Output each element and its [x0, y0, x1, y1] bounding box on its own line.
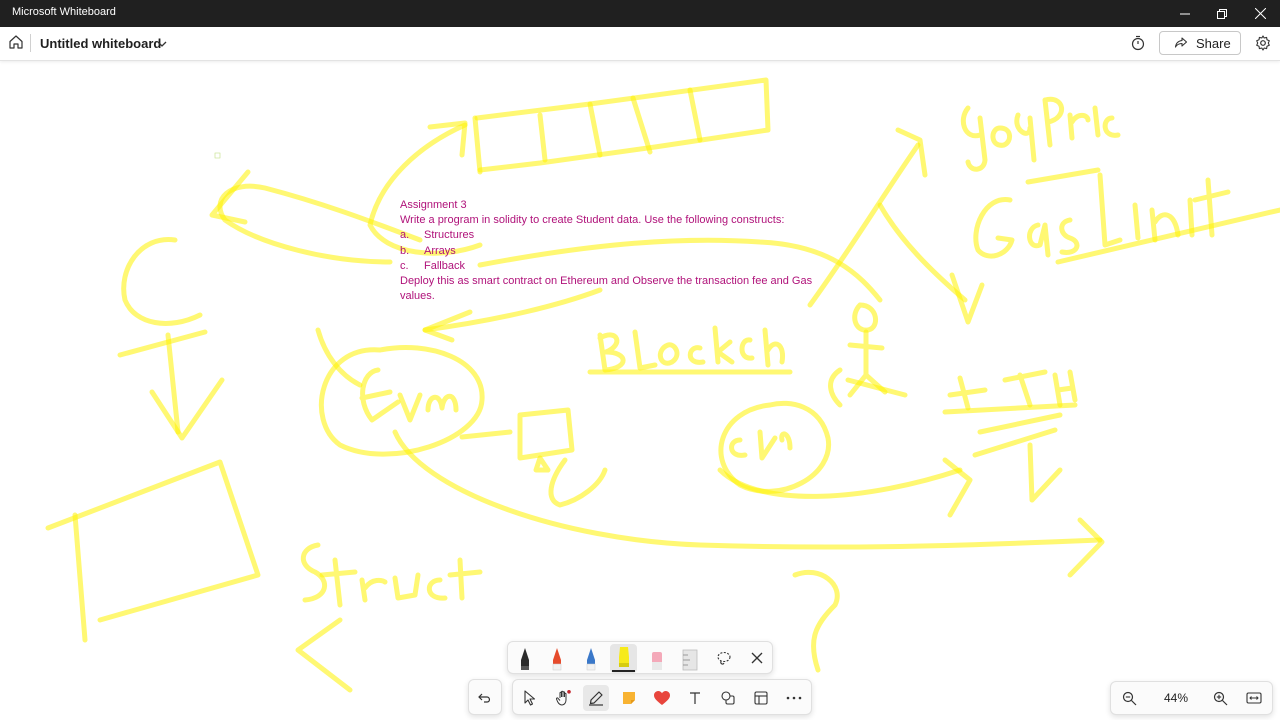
window-title: Microsoft Whiteboard [12, 6, 116, 18]
item-text: Arrays [424, 244, 456, 257]
timer-button[interactable] [1130, 35, 1148, 53]
share-icon [1174, 37, 1188, 48]
note-item: b. Arrays [400, 244, 812, 259]
undo-button[interactable] [472, 685, 498, 711]
close-icon [751, 652, 763, 664]
note-item: a. Structures [400, 228, 812, 243]
main-toolbar [468, 679, 812, 715]
undo-container [468, 679, 502, 715]
settings-button[interactable] [1255, 35, 1273, 53]
template-icon [754, 691, 768, 705]
item-text: Structures [424, 229, 475, 242]
note-heading: Assignment 3 [400, 199, 467, 211]
close-window-button[interactable] [1237, 0, 1280, 27]
close-icon [1254, 8, 1266, 19]
pen-icon [589, 691, 603, 706]
home-button[interactable] [8, 34, 26, 52]
templates-button[interactable] [748, 685, 774, 711]
ruler-icon[interactable] [679, 646, 701, 672]
assignment-note[interactable]: Assignment 3 Write a program in solidity… [400, 198, 812, 304]
item-letter: b. [400, 244, 410, 257]
zoom-controls: 44% [1110, 681, 1273, 715]
hand-icon [555, 690, 571, 706]
more-icon [786, 696, 802, 700]
red-pen-icon[interactable] [546, 646, 568, 672]
item-letter: a. [400, 229, 410, 242]
minimize-icon [1180, 13, 1190, 14]
settings-icon [1256, 35, 1270, 51]
fit-to-screen-icon [1246, 692, 1262, 704]
share-label: Share [1196, 35, 1231, 51]
black-pen-icon[interactable] [514, 646, 536, 672]
zoom-in-icon [1213, 691, 1227, 705]
close-pen-tray-button[interactable] [744, 645, 770, 671]
item-letter: c. [400, 259, 409, 272]
app-header: Untitled whiteboard Share [0, 27, 1280, 61]
tools-container [512, 679, 812, 715]
active-indicator [612, 670, 635, 672]
shapes-button[interactable] [715, 685, 741, 711]
reactions-button[interactable] [649, 685, 675, 711]
note-outro-line: Deploy this as smart contract on Ethereu… [400, 275, 813, 288]
shapes-icon [721, 691, 735, 705]
reaction-heart-icon [654, 691, 670, 705]
ink-layer[interactable] [0, 61, 1280, 720]
blue-pen-icon[interactable] [580, 646, 602, 672]
restore-icon [1217, 8, 1227, 19]
eraser-icon[interactable] [646, 646, 668, 672]
sticky-note-button[interactable] [616, 685, 642, 711]
lasso-icon [717, 651, 731, 665]
zoom-out-icon [1122, 691, 1136, 705]
more-button[interactable] [781, 685, 807, 711]
note-item: c. Fallback [400, 259, 812, 274]
timer-icon [1131, 35, 1145, 51]
pen-tray [507, 641, 773, 674]
board-title[interactable]: Untitled whiteboard [40, 36, 161, 51]
undo-icon [478, 693, 491, 703]
title-dropdown-button[interactable] [156, 37, 168, 49]
fit-to-screen-button[interactable] [1241, 685, 1267, 711]
share-button[interactable]: Share [1159, 31, 1241, 55]
zoom-in-button[interactable] [1207, 685, 1233, 711]
lasso-button[interactable] [711, 645, 737, 671]
header-divider [30, 34, 31, 52]
text-icon [690, 692, 700, 704]
sticky-note-icon [623, 692, 635, 704]
hand-button[interactable] [550, 685, 576, 711]
note-intro: Write a program in solidity to create St… [400, 214, 785, 227]
note-outro-line: values. [400, 290, 435, 303]
select-icon [524, 690, 536, 706]
yellow-highlighter-icon [619, 647, 629, 667]
zoom-out-button[interactable] [1116, 685, 1142, 711]
whiteboard-canvas[interactable]: Assignment 3 Write a program in solidity… [0, 61, 1280, 720]
pen-button[interactable] [583, 685, 609, 711]
zoom-level: 44% [1163, 691, 1189, 705]
yellow-highlighter-selected[interactable] [610, 644, 637, 673]
chevron-down-icon [157, 41, 167, 47]
select-button[interactable] [517, 685, 543, 711]
text-button[interactable] [682, 685, 708, 711]
item-text: Fallback [424, 259, 465, 272]
home-icon [9, 35, 23, 49]
window-title-bar: Microsoft Whiteboard [0, 0, 1280, 27]
